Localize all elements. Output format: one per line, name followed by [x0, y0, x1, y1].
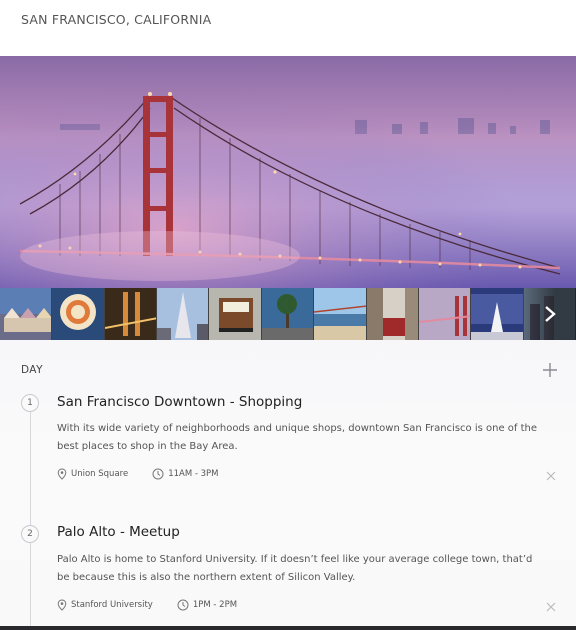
bottom-edge [0, 626, 576, 630]
item-description: With its wide variety of neighborhoods a… [57, 423, 538, 452]
thumbnail-palm-street[interactable] [261, 288, 315, 340]
thumbnail-transamerica[interactable] [157, 288, 210, 340]
page-header: SAN FRANCISCO, CALIFORNIA [0, 0, 576, 56]
golden-gate-bridge-photo [0, 56, 576, 288]
item-number: 2 [21, 525, 39, 543]
day-label: DAY [21, 364, 43, 376]
location-pin-icon [57, 468, 67, 480]
thumbnail-bridge-night[interactable] [104, 288, 158, 340]
thumbnail-union-square[interactable] [471, 288, 524, 340]
thumbnail-beach-bridge[interactable] [314, 288, 367, 340]
item-meta: Stanford University 1PM - 2PM [57, 599, 261, 611]
item-number: 1 [21, 394, 39, 412]
timeline-line [30, 398, 31, 630]
thumbnail-strip [0, 288, 576, 340]
item-location: Stanford University [71, 600, 153, 610]
item-location: Union Square [71, 469, 129, 479]
close-icon[interactable] [546, 471, 556, 481]
item-title[interactable]: San Francisco Downtown - Shopping [57, 394, 302, 410]
item-time: 1PM - 2PM [192, 600, 238, 610]
hero-photo [0, 56, 576, 288]
item-description: Palo Alto is home to Stanford University… [57, 554, 533, 583]
thumbnail-cable-car[interactable] [209, 288, 262, 340]
gallery-next-button[interactable] [524, 288, 576, 340]
item-time: 11AM - 3PM [168, 469, 219, 479]
clock-icon [177, 599, 189, 611]
clock-icon [152, 468, 164, 480]
thumbnail-sf-seal[interactable] [52, 288, 105, 340]
item-meta: Union Square 11AM - 3PM [57, 468, 243, 480]
thumbnail-painted-ladies[interactable] [0, 288, 53, 340]
location-title: SAN FRANCISCO, CALIFORNIA [21, 11, 212, 27]
thumbnail-bridge-fog[interactable] [418, 288, 472, 340]
item-title[interactable]: Palo Alto - Meetup [57, 524, 180, 540]
day-header: DAY [21, 362, 558, 378]
location-pin-icon [57, 599, 67, 611]
add-icon[interactable] [542, 362, 558, 378]
itinerary-panel: DAY 1 San Francisco Downtown - Shopping … [0, 340, 576, 630]
chevron-right-icon [545, 306, 556, 322]
close-icon[interactable] [546, 602, 556, 612]
thumbnail-downtown-street[interactable] [366, 288, 419, 340]
